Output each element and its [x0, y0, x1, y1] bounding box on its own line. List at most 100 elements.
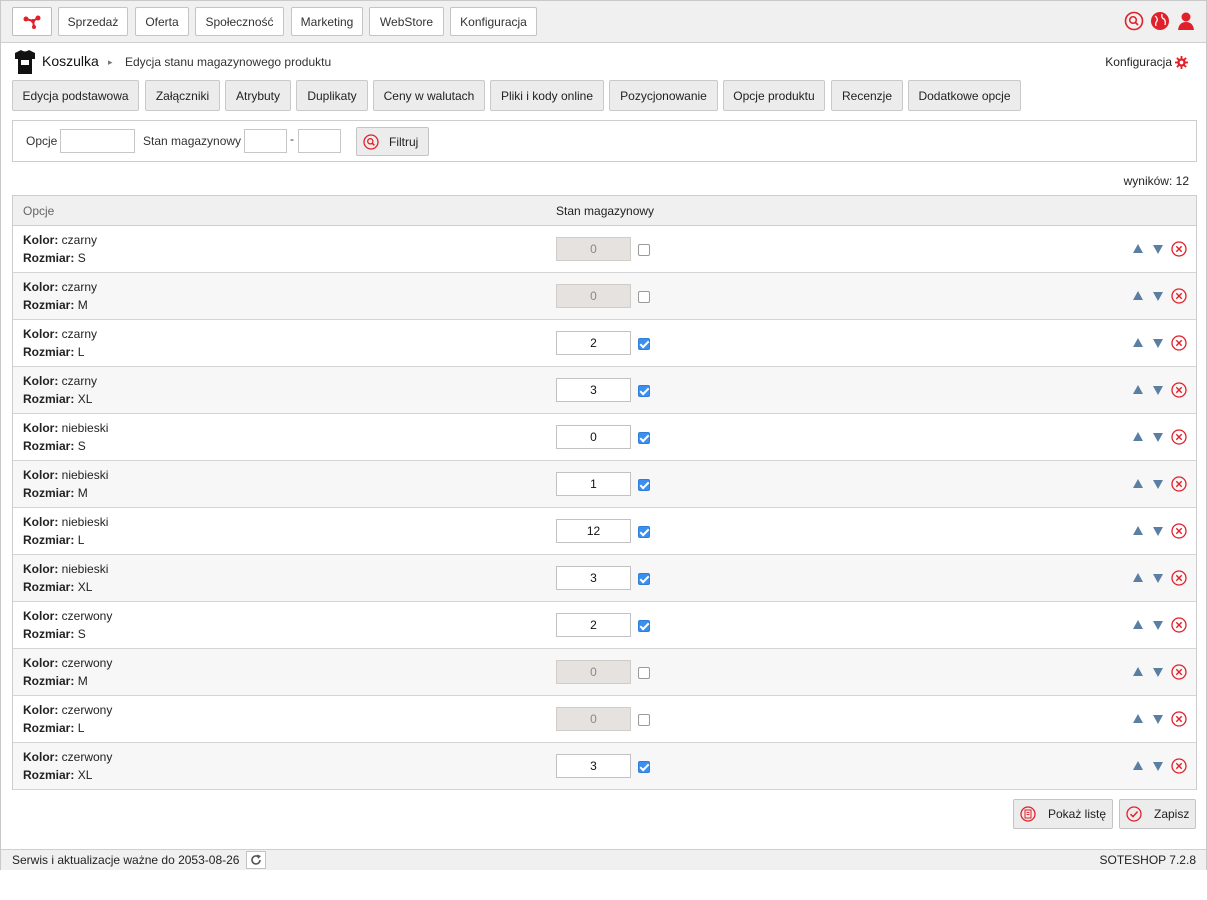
delete-icon[interactable] — [1171, 617, 1187, 633]
move-up-icon[interactable] — [1133, 714, 1143, 723]
delete-icon[interactable] — [1171, 335, 1187, 351]
nav-sprzedaz[interactable]: Sprzedaż — [58, 7, 128, 36]
stock-active-checkbox[interactable] — [638, 714, 650, 726]
stock-active-checkbox[interactable] — [638, 291, 650, 303]
move-down-icon[interactable] — [1153, 480, 1163, 489]
stock-quantity-input[interactable] — [556, 566, 631, 590]
tab-zalaczniki[interactable]: Załączniki — [145, 80, 220, 111]
stock-active-checkbox[interactable] — [638, 573, 650, 585]
move-down-icon[interactable] — [1153, 527, 1163, 536]
move-down-icon[interactable] — [1153, 574, 1163, 583]
tab-dodatkowe-opcje[interactable]: Dodatkowe opcje — [908, 80, 1021, 111]
table-row: Kolor: czerwony Rozmiar: M — [13, 649, 1196, 696]
delete-icon[interactable] — [1171, 711, 1187, 727]
header-stock[interactable]: Stan magazynowy — [556, 204, 654, 218]
move-down-icon[interactable] — [1153, 292, 1163, 301]
search-icon[interactable] — [1124, 11, 1144, 31]
delete-icon[interactable] — [1171, 476, 1187, 492]
tab-opcje-produktu[interactable]: Opcje produktu — [723, 80, 825, 111]
home-logo-button[interactable] — [12, 7, 52, 36]
delete-icon[interactable] — [1171, 241, 1187, 257]
stock-quantity-input[interactable] — [556, 519, 631, 543]
stock-active-checkbox[interactable] — [638, 526, 650, 538]
move-down-icon[interactable] — [1153, 715, 1163, 724]
save-button[interactable]: Zapisz — [1119, 799, 1196, 829]
color-label: Kolor: — [23, 562, 59, 576]
globe-icon[interactable] — [1150, 11, 1170, 31]
version-label: SOTESHOP 7.2.8 — [1099, 853, 1197, 867]
stock-active-checkbox[interactable] — [638, 338, 650, 350]
filter-button[interactable]: Filtruj — [356, 127, 429, 156]
nav-oferta[interactable]: Oferta — [135, 7, 189, 36]
stock-active-checkbox[interactable] — [638, 385, 650, 397]
move-up-icon[interactable] — [1133, 479, 1143, 488]
move-down-icon[interactable] — [1153, 386, 1163, 395]
stock-quantity-input[interactable] — [556, 237, 631, 261]
move-down-icon[interactable] — [1153, 762, 1163, 771]
color-label: Kolor: — [23, 515, 59, 529]
config-link[interactable]: Konfiguracja — [1105, 55, 1188, 69]
move-up-icon[interactable] — [1133, 244, 1143, 253]
delete-icon[interactable] — [1171, 429, 1187, 445]
delete-icon[interactable] — [1171, 382, 1187, 398]
move-down-icon[interactable] — [1153, 668, 1163, 677]
stock-quantity-input[interactable] — [556, 284, 631, 308]
refresh-button[interactable] — [246, 851, 266, 869]
move-up-icon[interactable] — [1133, 761, 1143, 770]
move-down-icon[interactable] — [1153, 433, 1163, 442]
nav-marketing[interactable]: Marketing — [291, 7, 363, 36]
move-up-icon[interactable] — [1133, 291, 1143, 300]
tab-atrybuty[interactable]: Atrybuty — [225, 80, 291, 111]
delete-icon[interactable] — [1171, 664, 1187, 680]
stock-quantity-input[interactable] — [556, 472, 631, 496]
stock-active-checkbox[interactable] — [638, 620, 650, 632]
tab-pliki-i-kody[interactable]: Pliki i kody online — [490, 80, 604, 111]
tab-recenzje[interactable]: Recenzje — [831, 80, 903, 111]
move-up-icon[interactable] — [1133, 432, 1143, 441]
stock-active-checkbox[interactable] — [638, 244, 650, 256]
delete-icon[interactable] — [1171, 288, 1187, 304]
page-title[interactable]: Koszulka — [42, 53, 99, 69]
stock-quantity-input[interactable] — [556, 425, 631, 449]
header-options[interactable]: Opcje — [23, 204, 54, 218]
move-up-icon[interactable] — [1133, 385, 1143, 394]
move-up-icon[interactable] — [1133, 573, 1143, 582]
move-up-icon[interactable] — [1133, 620, 1143, 629]
move-down-icon[interactable] — [1153, 245, 1163, 254]
table-row: Kolor: czarny Rozmiar: XL — [13, 367, 1196, 414]
stock-quantity-input[interactable] — [556, 707, 631, 731]
tab-edycja-podstawowa[interactable]: Edycja podstawowa — [12, 80, 139, 111]
tab-duplikaty[interactable]: Duplikaty — [296, 80, 368, 111]
tab-pozycjonowanie[interactable]: Pozycjonowanie — [609, 80, 718, 111]
move-down-icon[interactable] — [1153, 339, 1163, 348]
stock-active-checkbox[interactable] — [638, 667, 650, 679]
filter-stock-to-input[interactable] — [298, 129, 341, 153]
move-up-icon[interactable] — [1133, 338, 1143, 347]
nav-spolecznosc[interactable]: Społeczność — [195, 7, 284, 36]
delete-icon[interactable] — [1171, 570, 1187, 586]
stock-quantity-input[interactable] — [556, 660, 631, 684]
stock-quantity-input[interactable] — [556, 754, 631, 778]
filter-stock-from-input[interactable] — [244, 129, 287, 153]
stock-quantity-input[interactable] — [556, 331, 631, 355]
delete-icon[interactable] — [1171, 523, 1187, 539]
stock-quantity-input[interactable] — [556, 613, 631, 637]
delete-icon[interactable] — [1171, 758, 1187, 774]
option-color: Kolor: niebieski — [23, 468, 108, 482]
nav-konfiguracja[interactable]: Konfiguracja — [450, 7, 537, 36]
move-up-icon[interactable] — [1133, 526, 1143, 535]
nav-webstore[interactable]: WebStore — [369, 7, 444, 36]
option-size: Rozmiar: M — [23, 486, 88, 500]
move-up-icon[interactable] — [1133, 667, 1143, 676]
filter-options-input[interactable] — [60, 129, 135, 153]
stock-active-checkbox[interactable] — [638, 432, 650, 444]
size-label: Rozmiar: — [23, 392, 75, 406]
option-color: Kolor: czarny — [23, 327, 97, 341]
user-icon[interactable] — [1176, 11, 1196, 31]
stock-active-checkbox[interactable] — [638, 761, 650, 773]
stock-quantity-input[interactable] — [556, 378, 631, 402]
show-list-button[interactable]: Pokaż listę — [1013, 799, 1113, 829]
tab-ceny-w-walutach[interactable]: Ceny w walutach — [373, 80, 485, 111]
move-down-icon[interactable] — [1153, 621, 1163, 630]
stock-active-checkbox[interactable] — [638, 479, 650, 491]
